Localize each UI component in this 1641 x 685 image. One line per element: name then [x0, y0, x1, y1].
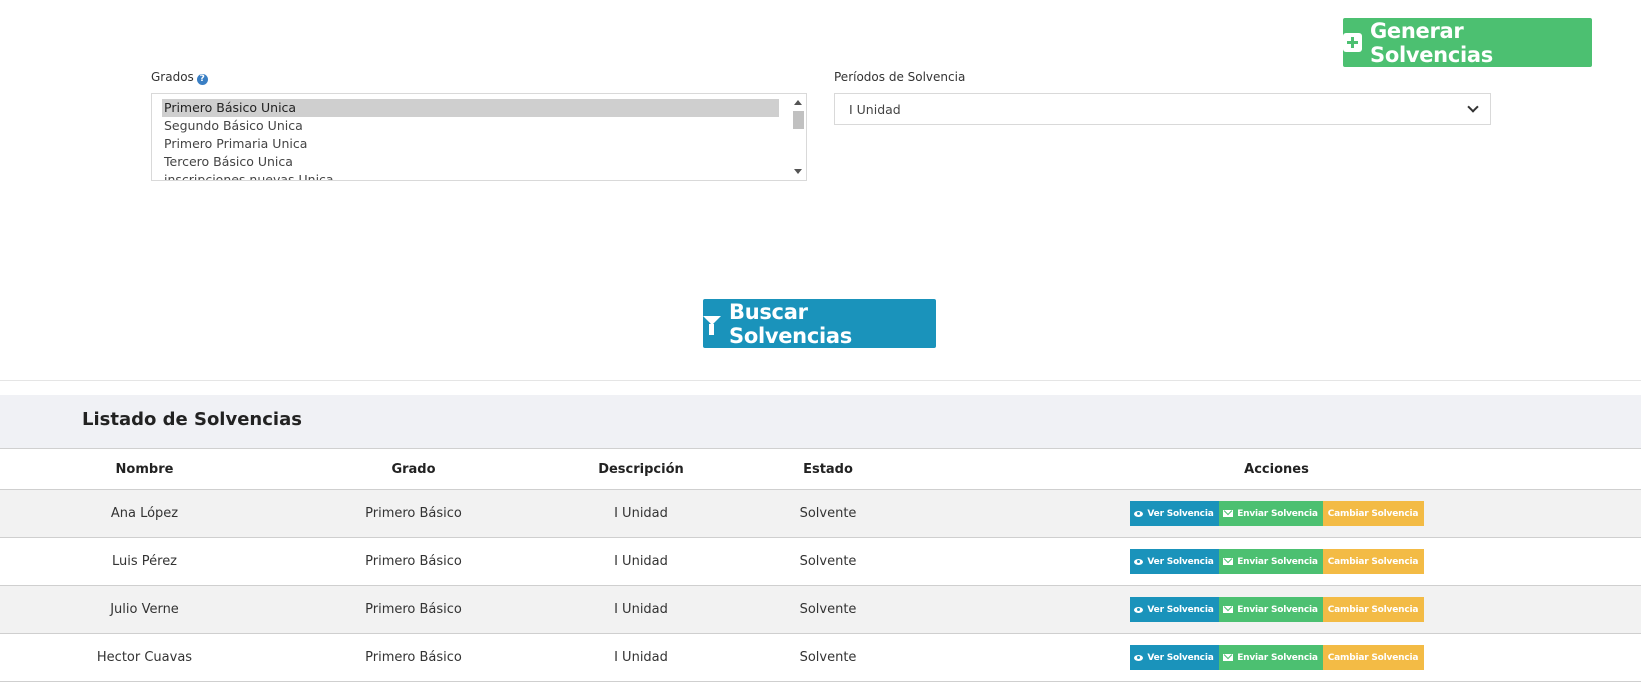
- eye-icon: [1134, 558, 1144, 565]
- envelope-icon: [1223, 558, 1234, 565]
- ver-solvencia-button[interactable]: Ver Solvencia: [1129, 549, 1219, 574]
- table-row: Julio Verne Primero Básico I Unidad Solv…: [0, 585, 1641, 634]
- listado-panel-header: Listado de Solvencias: [0, 395, 1641, 449]
- column-header-estado: Estado: [744, 449, 912, 490]
- grados-option[interactable]: Primero Primaria Unica: [162, 135, 779, 153]
- cambiar-solvencia-button[interactable]: Cambiar Solvencia: [1322, 501, 1424, 526]
- cell-estado: Solvente: [744, 585, 912, 634]
- ver-solvencia-button[interactable]: Ver Solvencia: [1129, 597, 1219, 622]
- cambiar-solvencia-button[interactable]: Cambiar Solvencia: [1322, 549, 1424, 574]
- scroll-up-icon[interactable]: [794, 100, 802, 105]
- enviar-solvencia-label: Enviar Solvencia: [1237, 652, 1318, 663]
- table-header-row: Nombre Grado Descripción Estado Acciones: [0, 449, 1641, 490]
- ver-solvencia-button[interactable]: Ver Solvencia: [1129, 501, 1219, 526]
- periodos-select-value: I Unidad: [849, 102, 901, 117]
- enviar-solvencia-button[interactable]: Enviar Solvencia: [1218, 597, 1323, 622]
- ver-solvencia-label: Ver Solvencia: [1147, 604, 1214, 615]
- scroll-down-icon[interactable]: [794, 169, 802, 174]
- cell-grado: Primero Básico: [289, 585, 538, 634]
- grados-option[interactable]: inscripciones nuevas Unica: [162, 171, 779, 180]
- cell-descripcion: I Unidad: [538, 585, 744, 634]
- grados-option[interactable]: Primero Básico Unica: [162, 99, 779, 117]
- generar-solvencias-label: Generar Solvencias: [1370, 18, 1493, 67]
- enviar-solvencia-button[interactable]: Enviar Solvencia: [1218, 549, 1323, 574]
- cell-nombre: Ana López: [0, 489, 289, 538]
- cell-estado: Solvente: [744, 633, 912, 682]
- row-actions: Ver Solvencia Enviar Solvencia Cambiar S…: [1129, 645, 1424, 670]
- enviar-solvencia-label: Enviar Solvencia: [1237, 508, 1318, 519]
- solvencias-table: Nombre Grado Descripción Estado Acciones…: [0, 449, 1641, 682]
- envelope-icon: [1223, 606, 1234, 613]
- column-header-grado: Grado: [289, 449, 538, 490]
- grados-scrollbar[interactable]: [790, 94, 806, 180]
- cell-acciones: Ver Solvencia Enviar Solvencia Cambiar S…: [912, 585, 1641, 634]
- periodos-select[interactable]: I Unidad: [834, 93, 1491, 125]
- ver-solvencia-button[interactable]: Ver Solvencia: [1129, 645, 1219, 670]
- cell-grado: Primero Básico: [289, 537, 538, 586]
- cambiar-solvencia-button[interactable]: Cambiar Solvencia: [1322, 597, 1424, 622]
- eye-icon: [1134, 606, 1144, 613]
- enviar-solvencia-button[interactable]: Enviar Solvencia: [1218, 501, 1323, 526]
- cell-grado: Primero Básico: [289, 633, 538, 682]
- plus-square-icon: [1343, 33, 1362, 52]
- column-header-descripcion: Descripción: [538, 449, 744, 490]
- eye-icon: [1134, 510, 1144, 517]
- enviar-solvencia-label: Enviar Solvencia: [1237, 556, 1318, 567]
- cell-estado: Solvente: [744, 537, 912, 586]
- cell-descripcion: I Unidad: [538, 633, 744, 682]
- row-actions: Ver Solvencia Enviar Solvencia Cambiar S…: [1129, 501, 1424, 526]
- envelope-icon: [1223, 654, 1234, 661]
- listado-title: Listado de Solvencias: [82, 409, 302, 430]
- cell-acciones: Ver Solvencia Enviar Solvencia Cambiar S…: [912, 633, 1641, 682]
- enviar-solvencia-label: Enviar Solvencia: [1237, 604, 1318, 615]
- grados-option[interactable]: Segundo Básico Unica: [162, 117, 779, 135]
- grados-label-wrap: Grados?: [151, 70, 208, 85]
- cell-nombre: Julio Verne: [0, 585, 289, 634]
- cell-grado: Primero Básico: [289, 489, 538, 538]
- table-row: Ana López Primero Básico I Unidad Solven…: [0, 489, 1641, 538]
- buscar-solvencias-label: Buscar Solvencias: [729, 299, 852, 348]
- cell-nombre: Luis Pérez: [0, 537, 289, 586]
- chevron-down-icon: [1467, 101, 1479, 113]
- row-actions: Ver Solvencia Enviar Solvencia Cambiar S…: [1129, 597, 1424, 622]
- cell-acciones: Ver Solvencia Enviar Solvencia Cambiar S…: [912, 489, 1641, 538]
- cell-acciones: Ver Solvencia Enviar Solvencia Cambiar S…: [912, 537, 1641, 586]
- eye-icon: [1134, 654, 1144, 661]
- question-circle-icon[interactable]: ?: [196, 74, 208, 85]
- column-header-nombre: Nombre: [0, 449, 289, 490]
- row-actions: Ver Solvencia Enviar Solvencia Cambiar S…: [1129, 549, 1424, 574]
- cell-nombre: Hector Cuavas: [0, 633, 289, 682]
- section-divider: [0, 380, 1641, 381]
- cambiar-solvencia-label: Cambiar Solvencia: [1327, 652, 1419, 663]
- cambiar-solvencia-button[interactable]: Cambiar Solvencia: [1322, 645, 1424, 670]
- cell-descripcion: I Unidad: [538, 537, 744, 586]
- filter-icon: [703, 316, 721, 335]
- ver-solvencia-label: Ver Solvencia: [1147, 556, 1214, 567]
- cell-descripcion: I Unidad: [538, 489, 744, 538]
- cambiar-solvencia-label: Cambiar Solvencia: [1327, 604, 1419, 615]
- grados-label: Grados: [151, 70, 194, 84]
- column-header-acciones: Acciones: [912, 449, 1641, 490]
- buscar-solvencias-button[interactable]: Buscar Solvencias: [703, 299, 936, 348]
- ver-solvencia-label: Ver Solvencia: [1147, 652, 1214, 663]
- cell-estado: Solvente: [744, 489, 912, 538]
- cambiar-solvencia-label: Cambiar Solvencia: [1327, 508, 1419, 519]
- ver-solvencia-label: Ver Solvencia: [1147, 508, 1214, 519]
- grados-option[interactable]: Tercero Básico Unica: [162, 153, 779, 171]
- envelope-icon: [1223, 510, 1234, 517]
- enviar-solvencia-button[interactable]: Enviar Solvencia: [1218, 645, 1323, 670]
- cambiar-solvencia-label: Cambiar Solvencia: [1327, 556, 1419, 567]
- scroll-thumb[interactable]: [793, 111, 804, 129]
- table-row: Hector Cuavas Primero Básico I Unidad So…: [0, 633, 1641, 682]
- generar-solvencias-button[interactable]: Generar Solvencias: [1343, 18, 1592, 67]
- periodos-label: Períodos de Solvencia: [834, 70, 966, 84]
- grados-listbox[interactable]: Primero Básico Unica Segundo Básico Unic…: [151, 93, 807, 181]
- table-row: Luis Pérez Primero Básico I Unidad Solve…: [0, 537, 1641, 586]
